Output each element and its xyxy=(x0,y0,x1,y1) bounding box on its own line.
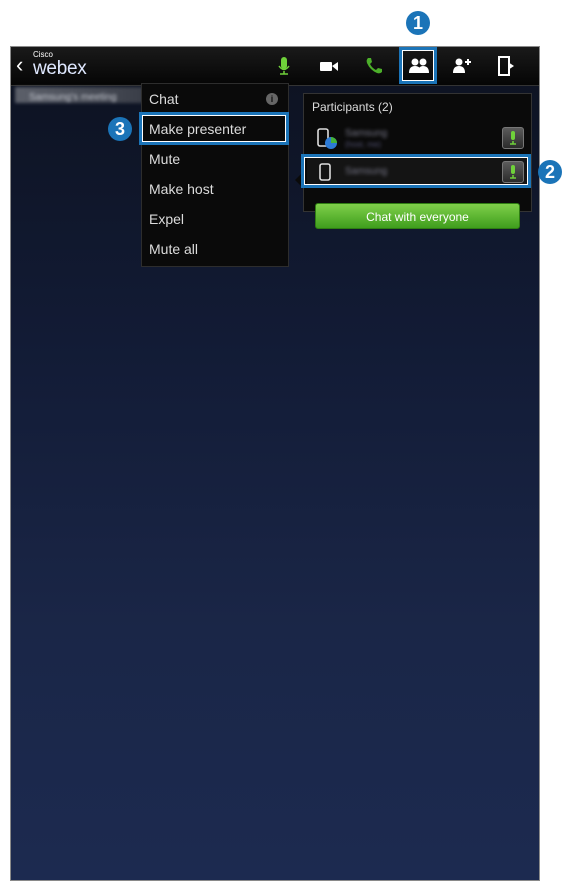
phone-device-icon xyxy=(317,128,337,149)
participant-row[interactable]: Samsung (host, me) xyxy=(307,124,528,152)
callout-badge-1: 1 xyxy=(406,11,430,35)
participant-action-menu: Chat i Make presenter Mute Make host Exp… xyxy=(141,83,289,267)
mic-icon xyxy=(510,131,516,145)
menu-item-label: Mute all xyxy=(149,241,199,257)
meeting-title: Samsung's meeting xyxy=(29,92,117,103)
logo-webex-text: webex xyxy=(33,58,87,79)
add-participant-icon[interactable] xyxy=(449,53,475,79)
mic-icon[interactable] xyxy=(271,53,297,79)
info-icon[interactable]: i xyxy=(266,93,278,105)
video-icon[interactable] xyxy=(316,53,342,79)
menu-item-make-host[interactable]: Make host xyxy=(142,174,288,204)
phone-icon[interactable] xyxy=(361,53,387,79)
highlight-participant-row xyxy=(301,154,531,188)
menu-item-label: Make host xyxy=(149,181,214,197)
callout-badge-3: 3 xyxy=(108,117,132,141)
highlight-make-presenter xyxy=(139,112,289,145)
menu-item-expel[interactable]: Expel xyxy=(142,204,288,234)
top-bar: ‹ Cisco webex xyxy=(11,47,539,86)
menu-item-mute[interactable]: Mute xyxy=(142,144,288,174)
meeting-title-strip: Samsung's meeting xyxy=(15,87,143,103)
participants-panel: Participants (2) Samsung (host, me) Sams… xyxy=(303,93,532,229)
participant-name: Samsung xyxy=(345,128,388,139)
back-arrow-icon[interactable]: ‹ xyxy=(16,53,23,77)
participants-title: Participants (2) xyxy=(312,100,393,114)
menu-item-label: Mute xyxy=(149,151,181,167)
chat-with-everyone-button[interactable]: Chat with everyone xyxy=(315,203,520,229)
menu-item-mute-all[interactable]: Mute all xyxy=(142,234,288,264)
highlight-participants-icon xyxy=(399,47,437,84)
callout-badge-2: 2 xyxy=(538,160,562,184)
menu-item-label: Chat xyxy=(149,91,179,107)
menu-item-chat[interactable]: Chat i xyxy=(142,84,288,114)
webex-logo: Cisco webex xyxy=(33,50,87,79)
menu-item-label: Expel xyxy=(149,211,185,227)
participant-role: (host, me) xyxy=(345,140,382,149)
exit-icon[interactable] xyxy=(494,53,520,79)
participant-mic-button[interactable] xyxy=(502,127,524,149)
